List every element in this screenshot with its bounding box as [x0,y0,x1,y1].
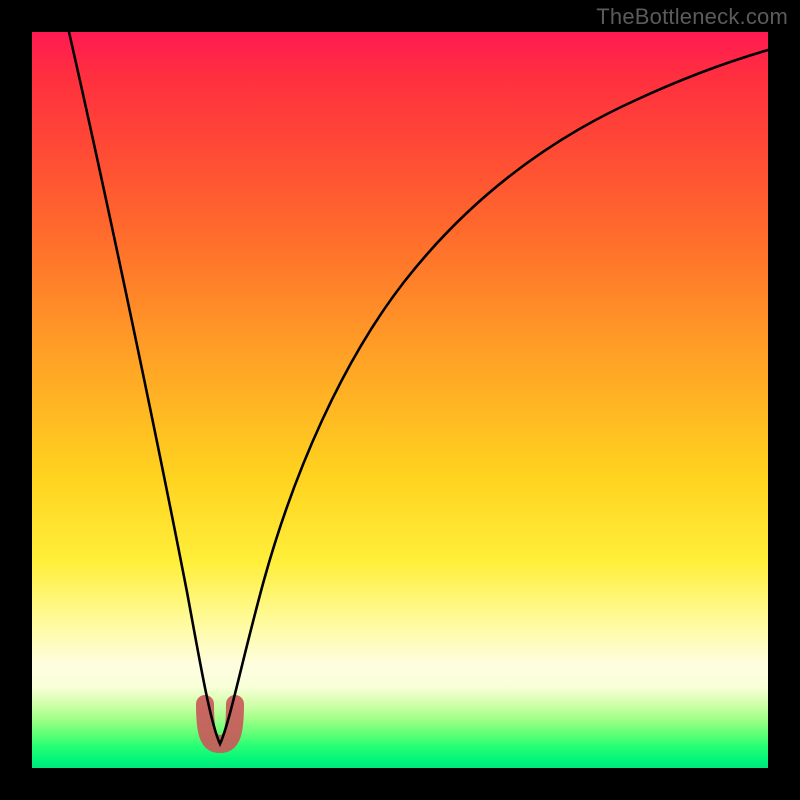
watermark-text: TheBottleneck.com [596,4,788,30]
curve-layer [32,32,768,768]
chart-frame: TheBottleneck.com [0,0,800,800]
plot-area [32,32,768,768]
bottleneck-curve [69,32,768,744]
